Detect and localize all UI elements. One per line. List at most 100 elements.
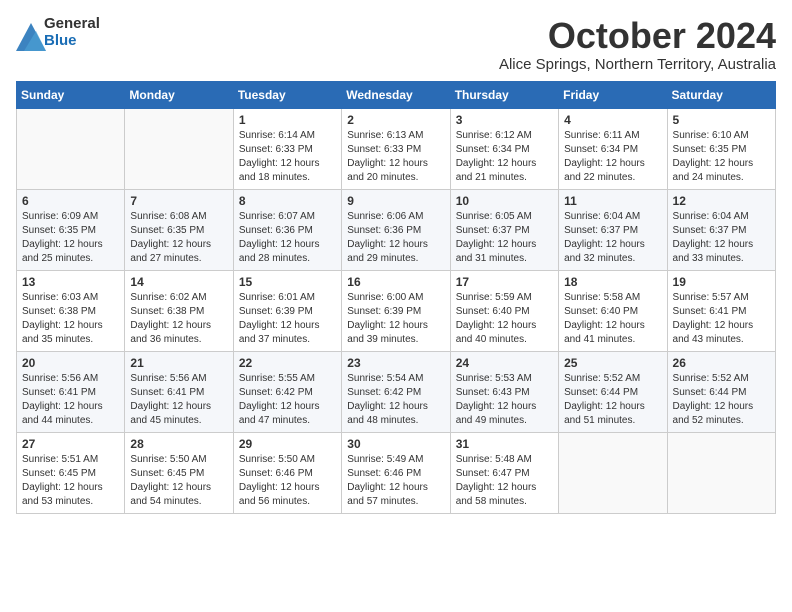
day-header-tuesday: Tuesday	[233, 81, 341, 108]
day-number: 11	[564, 194, 661, 208]
calendar-table: SundayMondayTuesdayWednesdayThursdayFrid…	[16, 81, 776, 514]
cell-details: Sunrise: 6:05 AMSunset: 6:37 PMDaylight:…	[456, 211, 537, 264]
calendar-header-row: SundayMondayTuesdayWednesdayThursdayFrid…	[17, 81, 776, 108]
calendar-cell	[667, 432, 775, 513]
calendar-cell: 25 Sunrise: 5:52 AMSunset: 6:44 PMDayligh…	[559, 351, 667, 432]
day-number: 9	[347, 194, 444, 208]
calendar-cell: 30Sunrise: 5:49 AMSunset: 6:46 PMDayligh…	[342, 432, 450, 513]
day-number: 7	[130, 194, 227, 208]
cell-details: Sunrise: 5:55 AMSunset: 6:42 PMDaylight:…	[239, 373, 320, 426]
day-number: 6	[22, 194, 119, 208]
cell-details: Sunrise: 6:14 AMSunset: 6:33 PMDaylight:…	[239, 130, 320, 183]
cell-details: Sunrise: 5:59 AMSunset: 6:40 PMDaylight:…	[456, 292, 537, 345]
day-number: 28	[130, 437, 227, 451]
day-header-wednesday: Wednesday	[342, 81, 450, 108]
cell-details: Sunrise: 6:06 AMSunset: 6:36 PMDaylight:…	[347, 211, 428, 264]
day-header-thursday: Thursday	[450, 81, 558, 108]
day-number: 12	[673, 194, 770, 208]
calendar-cell	[125, 108, 233, 189]
calendar-cell: 24Sunrise: 5:53 AMSunset: 6:43 PMDayligh…	[450, 351, 558, 432]
calendar-cell: 19 Sunrise: 5:57 AMSunset: 6:41 PMDayligh…	[667, 270, 775, 351]
calendar-cell: 17 Sunrise: 5:59 AMSunset: 6:40 PMDayligh…	[450, 270, 558, 351]
calendar-cell: 8Sunrise: 6:07 AMSunset: 6:36 PMDaylight…	[233, 189, 341, 270]
logo-text: General Blue	[44, 16, 100, 49]
calendar-cell: 7 Sunrise: 6:08 AMSunset: 6:35 PMDaylight…	[125, 189, 233, 270]
calendar-cell: 14 Sunrise: 6:02 AMSunset: 6:38 PMDayligh…	[125, 270, 233, 351]
day-number: 10	[456, 194, 553, 208]
day-number: 26	[673, 356, 770, 370]
day-number: 19	[673, 275, 770, 289]
day-number: 5	[673, 113, 770, 127]
day-header-saturday: Saturday	[667, 81, 775, 108]
day-number: 23	[347, 356, 444, 370]
day-number: 17	[456, 275, 553, 289]
cell-details: Sunrise: 6:04 AMSunset: 6:37 PMDaylight:…	[564, 211, 645, 264]
title-block: October 2024 Alice Springs, Northern Ter…	[499, 16, 776, 73]
calendar-cell: 20Sunrise: 5:56 AMSunset: 6:41 PMDayligh…	[17, 351, 125, 432]
cell-details: Sunrise: 6:13 AMSunset: 6:33 PMDaylight:…	[347, 130, 428, 183]
day-number: 16	[347, 275, 444, 289]
calendar-cell: 12 Sunrise: 6:04 AMSunset: 6:37 PMDayligh…	[667, 189, 775, 270]
cell-details: Sunrise: 6:08 AMSunset: 6:35 PMDaylight:…	[130, 211, 211, 264]
cell-details: Sunrise: 5:54 AMSunset: 6:42 PMDaylight:…	[347, 373, 428, 426]
day-number: 3	[456, 113, 553, 127]
cell-details: Sunrise: 5:51 AMSunset: 6:45 PMDaylight:…	[22, 454, 103, 507]
calendar-week-row: 6 Sunrise: 6:09 AMSunset: 6:35 PMDaylight…	[17, 189, 776, 270]
day-number: 21	[130, 356, 227, 370]
page-header: General Blue October 2024 Alice Springs,…	[16, 16, 776, 73]
cell-details: Sunrise: 6:04 AMSunset: 6:37 PMDaylight:…	[673, 211, 754, 264]
calendar-cell: 28Sunrise: 5:50 AMSunset: 6:45 PMDayligh…	[125, 432, 233, 513]
calendar-cell: 5 Sunrise: 6:10 AMSunset: 6:35 PMDaylight…	[667, 108, 775, 189]
cell-details: Sunrise: 5:50 AMSunset: 6:46 PMDaylight:…	[239, 454, 320, 507]
calendar-cell: 31Sunrise: 5:48 AMSunset: 6:47 PMDayligh…	[450, 432, 558, 513]
calendar-cell: 6 Sunrise: 6:09 AMSunset: 6:35 PMDaylight…	[17, 189, 125, 270]
cell-details: Sunrise: 6:03 AMSunset: 6:38 PMDaylight:…	[22, 292, 103, 345]
cell-details: Sunrise: 5:49 AMSunset: 6:46 PMDaylight:…	[347, 454, 428, 507]
day-header-sunday: Sunday	[17, 81, 125, 108]
day-header-monday: Monday	[125, 81, 233, 108]
month-title: October 2024	[499, 16, 776, 56]
calendar-cell: 2Sunrise: 6:13 AMSunset: 6:33 PMDaylight…	[342, 108, 450, 189]
cell-details: Sunrise: 5:56 AMSunset: 6:41 PMDaylight:…	[130, 373, 211, 426]
cell-details: Sunrise: 6:01 AMSunset: 6:39 PMDaylight:…	[239, 292, 320, 345]
calendar-cell	[559, 432, 667, 513]
day-number: 22	[239, 356, 336, 370]
cell-details: Sunrise: 6:02 AMSunset: 6:38 PMDaylight:…	[130, 292, 211, 345]
day-number: 31	[456, 437, 553, 451]
calendar-cell: 18 Sunrise: 5:58 AMSunset: 6:40 PMDayligh…	[559, 270, 667, 351]
cell-details: Sunrise: 5:56 AMSunset: 6:41 PMDaylight:…	[22, 373, 103, 426]
logo: General Blue	[16, 16, 100, 49]
logo-blue: Blue	[44, 33, 100, 50]
calendar-cell: 11 Sunrise: 6:04 AMSunset: 6:37 PMDayligh…	[559, 189, 667, 270]
day-number: 13	[22, 275, 119, 289]
calendar-body: 1Sunrise: 6:14 AMSunset: 6:33 PMDaylight…	[17, 108, 776, 513]
calendar-cell: 23 Sunrise: 5:54 AMSunset: 6:42 PMDayligh…	[342, 351, 450, 432]
calendar-cell	[17, 108, 125, 189]
calendar-cell: 21 Sunrise: 5:56 AMSunset: 6:41 PMDayligh…	[125, 351, 233, 432]
calendar-week-row: 20Sunrise: 5:56 AMSunset: 6:41 PMDayligh…	[17, 351, 776, 432]
day-number: 15	[239, 275, 336, 289]
calendar-cell: 15 Sunrise: 6:01 AMSunset: 6:39 PMDayligh…	[233, 270, 341, 351]
cell-details: Sunrise: 6:10 AMSunset: 6:35 PMDaylight:…	[673, 130, 754, 183]
calendar-cell: 13 Sunrise: 6:03 AMSunset: 6:38 PMDayligh…	[17, 270, 125, 351]
day-number: 27	[22, 437, 119, 451]
calendar-week-row: 1Sunrise: 6:14 AMSunset: 6:33 PMDaylight…	[17, 108, 776, 189]
cell-details: Sunrise: 6:00 AMSunset: 6:39 PMDaylight:…	[347, 292, 428, 345]
calendar-cell: 26Sunrise: 5:52 AMSunset: 6:44 PMDayligh…	[667, 351, 775, 432]
day-number: 24	[456, 356, 553, 370]
calendar-cell: 4Sunrise: 6:11 AMSunset: 6:34 PMDaylight…	[559, 108, 667, 189]
cell-details: Sunrise: 5:58 AMSunset: 6:40 PMDaylight:…	[564, 292, 645, 345]
cell-details: Sunrise: 6:09 AMSunset: 6:35 PMDaylight:…	[22, 211, 103, 264]
day-number: 25	[564, 356, 661, 370]
day-number: 14	[130, 275, 227, 289]
logo-icon	[16, 23, 40, 43]
logo-general: General	[44, 16, 100, 33]
day-number: 18	[564, 275, 661, 289]
calendar-cell: 3Sunrise: 6:12 AMSunset: 6:34 PMDaylight…	[450, 108, 558, 189]
calendar-cell: 16 Sunrise: 6:00 AMSunset: 6:39 PMDayligh…	[342, 270, 450, 351]
calendar-cell: 1Sunrise: 6:14 AMSunset: 6:33 PMDaylight…	[233, 108, 341, 189]
cell-details: Sunrise: 5:57 AMSunset: 6:41 PMDaylight:…	[673, 292, 754, 345]
cell-details: Sunrise: 5:52 AMSunset: 6:44 PMDaylight:…	[564, 373, 645, 426]
day-number: 29	[239, 437, 336, 451]
calendar-cell: 29 Sunrise: 5:50 AMSunset: 6:46 PMDayligh…	[233, 432, 341, 513]
